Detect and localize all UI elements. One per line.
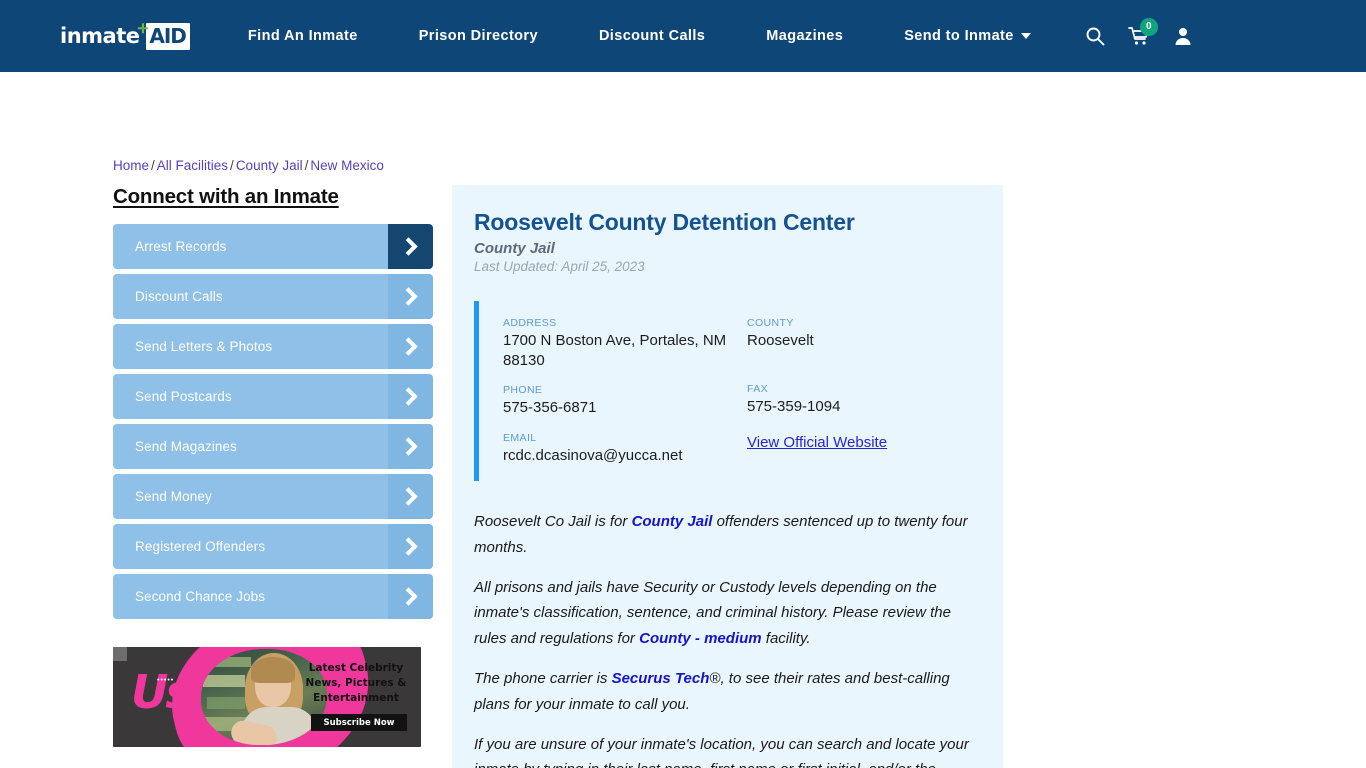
sidebar-item-send-postcards[interactable]: Send Postcards [113,374,433,419]
phone-label: PHONE [503,384,543,396]
sidebar-item-label: Discount Calls [135,289,223,304]
chevron-right-icon [388,324,433,369]
search-button[interactable] [1073,14,1117,58]
ad-brand-dots: ••••• [157,677,175,684]
ad-corner-tab [113,647,127,661]
view-official-website-link[interactable]: View Official Website [747,434,887,451]
ad-brand-logo: Us [131,665,193,719]
facility-description: Roosevelt Co Jail is for County Jail off… [474,509,979,768]
sidebar-item-send-letters-photos[interactable]: Send Letters & Photos [113,324,433,369]
account-button[interactable] [1161,14,1205,58]
nav-icon-group: 0 [1073,14,1205,58]
fax-value: 575-359-1094 [747,397,841,415]
description-paragraph-2: All prisons and jails have Security or C… [474,575,979,652]
cart-count-badge: 0 [1139,18,1158,36]
sidebar-advertisement[interactable]: Us ••••• Latest Celebrity News, Pictures… [113,647,421,747]
chevron-right-icon [388,224,433,269]
email-label: EMAIL [503,431,537,444]
sidebar: Connect with an Inmate Arrest Records Di… [113,185,433,747]
description-paragraph-3: The phone carrier is Securus Tech®, to s… [474,666,979,718]
chevron-right-icon [388,374,433,419]
p1-highlight-county-jail: County Jail [631,513,713,530]
chevron-right-icon [388,274,433,319]
sidebar-item-label: Arrest Records [135,239,227,254]
description-paragraph-1: Roosevelt Co Jail is for County Jail off… [474,509,979,561]
logo-word-aid: AID [146,22,190,50]
sidebar-item-discount-calls[interactable]: Discount Calls [113,274,433,319]
facility-info-right-column: COUNTY Roosevelt FAX 575-359-1094 View O… [741,317,979,465]
sidebar-item-second-chance-jobs[interactable]: Second Chance Jobs [113,574,433,619]
p4-text-a: If you are unsure of your inmate's locat… [474,735,969,768]
facility-info-card: ADDRESS 1700 N Boston Ave, Portales, NM … [474,301,979,481]
breadcrumb-item-new-mexico[interactable]: New Mexico [310,158,384,173]
address-label: ADDRESS [503,317,557,329]
fax-label: FAX [747,382,769,395]
sidebar-item-label: Send Magazines [135,439,237,454]
phone-block: PHONE 575-356-6871 [503,384,741,418]
sidebar-item-label: Send Money [135,489,212,504]
breadcrumb-item-all-facilities[interactable]: All Facilities [157,158,228,173]
search-icon [1086,27,1105,46]
nav-item-send-to-inmate[interactable]: Send to Inmate [904,22,1031,50]
address-block: ADDRESS 1700 N Boston Ave, Portales, NM … [503,317,741,370]
email-block: EMAIL rcdc.dcasinova@yucca.net [503,432,741,466]
county-label: COUNTY [747,317,794,329]
sidebar-title: Connect with an Inmate [113,185,339,208]
logo-word-inmate: inmate [60,24,140,48]
breadcrumb-separator-2: / [230,158,234,173]
chevron-right-icon [388,524,433,569]
p2-highlight-security-level: County - medium [639,630,762,648]
facility-detail-card: Roosevelt County Detention Center County… [452,185,1003,768]
facility-type-label: County Jail [474,240,555,257]
p1-text-a: Roosevelt Co Jail is for [474,513,632,530]
sidebar-item-label: Registered Offenders [135,539,266,554]
nav-item-discount-calls[interactable]: Discount Calls [599,22,705,50]
email-value: rcdc.dcasinova@yucca.net [503,446,683,464]
facility-info-left-column: ADDRESS 1700 N Boston Ave, Portales, NM … [503,317,741,465]
breadcrumb-item-county-jail[interactable]: County Jail [236,158,303,173]
page-title: Roosevelt County Detention Center [474,209,855,235]
chevron-down-icon [1020,33,1031,39]
county-block: COUNTY Roosevelt [747,317,979,351]
nav-item-find-an-inmate[interactable]: Find An Inmate [248,22,358,50]
chevron-right-icon [388,424,433,469]
county-value: Roosevelt [747,332,814,349]
user-account-icon [1175,28,1191,45]
chevron-right-icon [388,474,433,519]
logo-plus-icon: ✛ [137,21,149,36]
breadcrumb: Home / All Facilities / County Jail / New Mexi… [113,158,384,173]
sidebar-item-send-money[interactable]: Send Money [113,474,433,519]
cart-button[interactable]: 0 [1117,14,1161,58]
sidebar-item-arrest-records[interactable]: Arrest Records [113,224,433,269]
sidebar-item-send-magazines[interactable]: Send Magazines [113,424,433,469]
p2-text-c: facility. [761,630,811,648]
chevron-right-icon [388,574,433,619]
address-value: 1700 N Boston Ave, Portales, NM 88130 [503,332,727,369]
last-updated-label: Last Updated: April 25, 2023 [474,259,645,274]
nav-item-magazines[interactable]: Magazines [766,22,843,50]
website-block: View Official Website [747,434,979,452]
top-navigation-bar: inmate ✛ AID Find An Inmate Prison Direc… [0,0,1366,72]
ad-headline: Latest Celebrity News, Pictures & Entert… [305,662,407,705]
p3-highlight-securus-tech: Securus Tech [611,669,710,687]
breadcrumb-separator-1: / [151,158,155,173]
phone-value: 575-356-6871 [503,399,597,416]
sidebar-item-registered-offenders[interactable]: Registered Offenders [113,524,433,569]
fax-block: FAX 575-359-1094 [747,383,979,417]
ad-subscribe-button[interactable]: Subscribe Now [311,714,407,731]
description-paragraph-4: If you are unsure of your inmate's locat… [474,732,979,768]
breadcrumb-item-home[interactable]: Home [113,158,149,173]
sidebar-item-label: Send Postcards [135,389,232,404]
nav-item-send-to-inmate-label: Send to Inmate [904,28,1014,44]
site-logo[interactable]: inmate ✛ AID [60,19,190,53]
nav-item-prison-directory[interactable]: Prison Directory [419,22,538,50]
sidebar-item-label: Send Letters & Photos [135,339,273,354]
sidebar-item-label: Second Chance Jobs [135,589,266,604]
p3-text-a: The phone carrier is [474,669,612,687]
primary-nav-links: Find An Inmate Prison Directory Discount… [248,22,1073,50]
